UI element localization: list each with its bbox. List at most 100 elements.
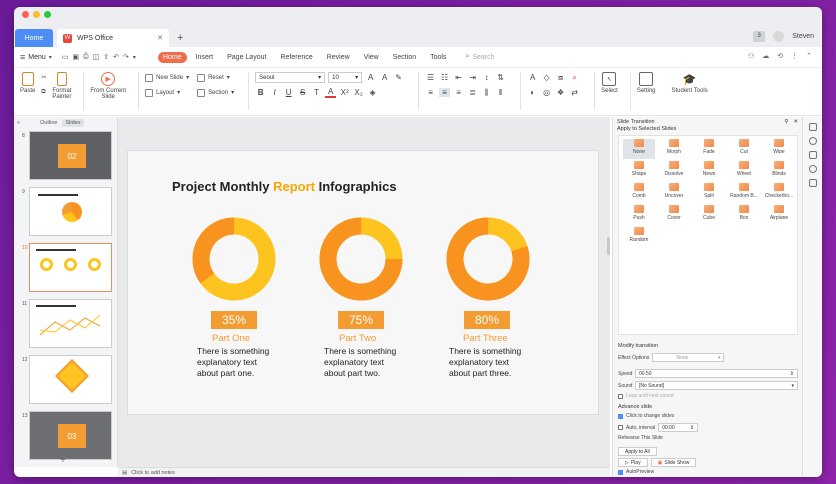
font-name-select[interactable]: Seoul ▾ xyxy=(255,72,326,83)
transition-checkerbo[interactable]: Checkerbo... xyxy=(763,183,795,203)
arrange-icon[interactable]: ⧈ xyxy=(555,73,566,83)
from-current-slide-button[interactable]: ▶ From Current Slide xyxy=(90,72,126,100)
slide[interactable]: Project Monthly Report Infographics 35% … xyxy=(127,150,599,415)
part-one-text[interactable]: There is something explanatory text abou… xyxy=(197,346,287,379)
align-right-icon[interactable]: ≡ xyxy=(453,88,464,97)
chevron-down-icon[interactable]: ▾ xyxy=(49,54,52,61)
print-preview-icon[interactable]: ◫ xyxy=(93,53,100,61)
avatar[interactable] xyxy=(773,30,785,42)
slide-thumbnail-11[interactable]: 11 xyxy=(14,297,118,353)
more-icon[interactable]: ⋮ xyxy=(791,52,798,60)
transition-split[interactable]: Split xyxy=(693,183,725,203)
columns-icon[interactable]: ⫴ xyxy=(495,88,506,98)
speed-input[interactable]: 00.50 ⇕ xyxy=(635,369,798,378)
transition-news[interactable]: News xyxy=(693,161,725,181)
new-slide-button[interactable]: New Slide ▾ xyxy=(145,72,189,83)
tab-slides[interactable]: Slides xyxy=(61,119,85,127)
tab-reference[interactable]: Reference xyxy=(275,52,317,63)
tab-review[interactable]: Review xyxy=(322,52,355,63)
cut-icon[interactable]: ✂ xyxy=(41,74,46,81)
vertical-scrollbar[interactable] xyxy=(607,237,610,255)
slide-thumbnail-13[interactable]: 13 03 xyxy=(14,409,118,465)
properties-icon[interactable] xyxy=(808,123,817,131)
slide-show-button[interactable]: ▣ Slide Show xyxy=(650,458,697,467)
transition-uncover[interactable]: Uncover xyxy=(658,183,690,203)
increase-font-icon[interactable]: A xyxy=(365,73,376,82)
tab-home-menu[interactable]: Home xyxy=(157,51,187,63)
chevron-up-icon[interactable]: ⌃ xyxy=(806,52,812,60)
search-box[interactable]: ⌕ Search xyxy=(465,53,494,61)
shapes-icon[interactable]: ◇ xyxy=(541,73,552,82)
tab-view[interactable]: View xyxy=(359,52,384,63)
tab-section[interactable]: Section xyxy=(388,52,421,63)
auto-interval-input[interactable]: 00:00 ⇕ xyxy=(658,423,699,432)
on-click-checkbox[interactable] xyxy=(618,413,623,419)
transition-airplane[interactable]: Airplane xyxy=(763,205,795,225)
transition-blinds[interactable]: Blinds xyxy=(763,161,795,181)
part-two-text[interactable]: There is something explanatory text abou… xyxy=(324,346,414,379)
history-icon[interactable] xyxy=(808,165,817,173)
part-one-heading[interactable]: Part One xyxy=(212,333,250,344)
share-icon[interactable]: ⚇ xyxy=(748,52,754,60)
tab-insert[interactable]: Insert xyxy=(191,52,219,63)
notes-bar[interactable]: ▤ Click to add notes xyxy=(118,467,610,477)
close-icon[interactable]: ✕ xyxy=(793,119,798,125)
slide-thumbnail-9[interactable]: 9 xyxy=(14,185,118,241)
maximize-window-dot[interactable] xyxy=(44,11,51,18)
line-spacing-icon[interactable]: ↕ xyxy=(481,73,492,82)
save-icon[interactable]: ▣ xyxy=(72,53,79,61)
percent-label-part-three[interactable]: 80% xyxy=(464,311,510,329)
part-two-heading[interactable]: Part Two xyxy=(339,333,376,344)
slide-thumbnail-8[interactable]: 8 02 xyxy=(14,129,118,185)
font-size-select[interactable]: 10 ▾ xyxy=(328,72,363,83)
font-color-icon[interactable]: A xyxy=(325,87,337,98)
transition-shape[interactable]: Shape xyxy=(623,161,655,181)
select-button[interactable]: ↖ Select xyxy=(601,72,618,94)
align-left-icon[interactable]: ≡ xyxy=(425,88,436,97)
history-icon[interactable]: ⟲ xyxy=(777,52,783,60)
transition-wipe[interactable]: Wipe xyxy=(763,139,795,159)
percent-label-part-two[interactable]: 75% xyxy=(338,311,384,329)
window-count-badge[interactable]: 3 xyxy=(753,30,766,42)
transition-push[interactable]: Push xyxy=(623,205,655,225)
text-shadow-icon[interactable]: T xyxy=(311,88,322,97)
user-name[interactable]: Steven xyxy=(792,33,814,40)
paste-button[interactable]: Paste xyxy=(20,72,35,94)
donut-chart-part-one[interactable] xyxy=(192,217,276,301)
transition-dissolve[interactable]: Dissolve xyxy=(658,161,690,181)
bold-icon[interactable]: B xyxy=(255,88,266,97)
print-icon[interactable]: ⎙ xyxy=(83,53,89,61)
transition-cover[interactable]: Cover xyxy=(658,205,690,225)
setting-button[interactable]: Setting xyxy=(637,72,656,94)
format-painter-button[interactable]: Format Painter xyxy=(52,72,71,100)
effects-icon[interactable]: ❖ xyxy=(555,88,566,97)
decrease-font-icon[interactable]: A xyxy=(379,73,390,82)
auto-interval-checkbox[interactable] xyxy=(618,425,623,430)
cloud-icon[interactable]: ☁ xyxy=(762,52,769,60)
distribute-icon[interactable]: ⫼ xyxy=(481,88,492,98)
play-button[interactable]: ▷ Play xyxy=(618,458,648,467)
highlight-icon[interactable]: ◈ xyxy=(367,88,378,97)
slide-thumbnail-10[interactable]: 10 xyxy=(14,241,118,297)
part-three-heading[interactable]: Part Three xyxy=(463,333,508,344)
undo-icon[interactable]: ↶ xyxy=(113,53,119,61)
tab-outline[interactable]: Outline xyxy=(36,119,61,127)
underline-icon[interactable]: U xyxy=(283,88,294,97)
strikethrough-icon[interactable]: S xyxy=(297,88,308,97)
animation-icon[interactable] xyxy=(808,137,817,145)
apply-to-all-button[interactable]: Apply to All xyxy=(618,447,657,456)
student-tools-button[interactable]: 🎓 Student Tools xyxy=(672,72,708,95)
redo-icon[interactable]: ↷ xyxy=(123,53,129,61)
open-folder-icon[interactable]: ▭ xyxy=(62,53,69,61)
reset-button[interactable]: Reset ▾ xyxy=(197,72,234,83)
tab-tools[interactable]: Tools xyxy=(425,52,451,63)
align-center-icon[interactable]: ≡ xyxy=(439,88,451,97)
outline-icon[interactable]: ◎ xyxy=(541,88,552,97)
minimize-window-dot[interactable] xyxy=(33,11,40,18)
layout-button[interactable]: Layout ▾ xyxy=(145,87,189,98)
rehearse-button[interactable]: Rehearse This Slide xyxy=(618,435,663,441)
collapse-panel-icon[interactable]: « xyxy=(17,120,20,126)
clear-format-icon[interactable]: ✎ xyxy=(393,73,404,82)
donut-chart-part-three[interactable] xyxy=(446,217,530,301)
effect-options-select[interactable]: None ▾ xyxy=(652,353,725,362)
